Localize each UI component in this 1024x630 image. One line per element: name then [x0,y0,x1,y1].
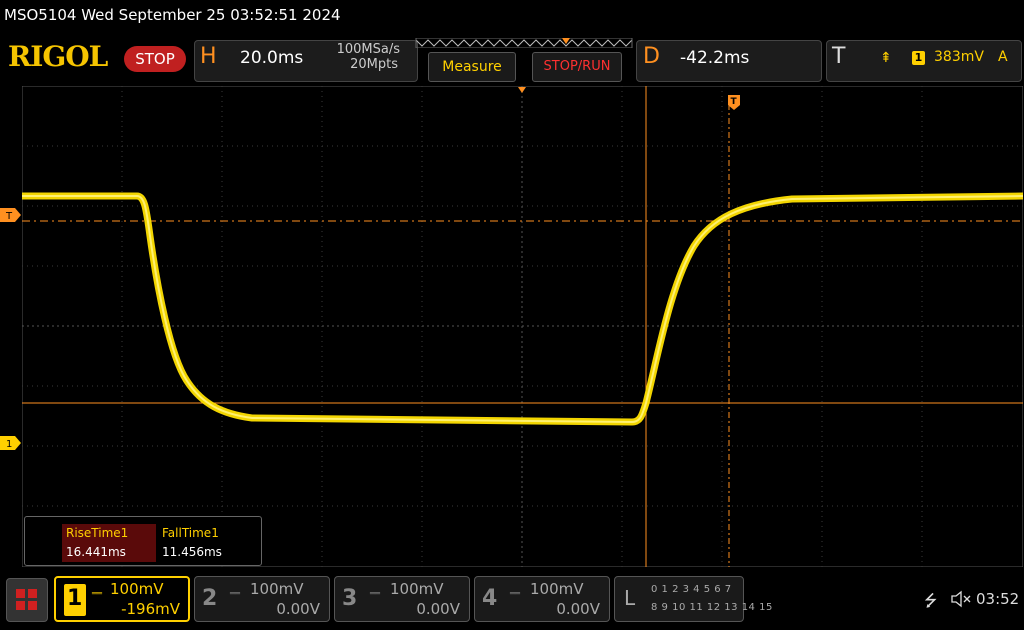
waveform-display[interactable]: T [22,86,1023,567]
menu-grid-button[interactable] [6,578,48,622]
measure-button[interactable]: Measure [428,52,516,82]
measure-value-risetime: 16.441ms [62,542,156,562]
channel-4-scale: 100mV [530,580,584,598]
window-title: MSO5104 Wed September 25 03:52:51 2024 [4,6,341,24]
channel-2-offset: 0.00V [276,600,320,618]
logic-channels-row2: 8 9 10 11 12 13 14 15 [651,602,773,613]
trigger-level-marker[interactable]: T [0,208,22,222]
channel-4-number: 4 [482,586,498,611]
dc-coupling-icon: ‗‗ [510,584,520,595]
ch1-ground-marker[interactable]: 1 [0,436,22,450]
channel-2-scale: 100mV [250,580,304,598]
logic-analyzer-letter: L [624,586,636,610]
channel-2-number: 2 [202,586,218,611]
measure-header-risetime: RiseTime1 [62,524,156,542]
trigger-level: 383mV [934,49,984,65]
logic-channels-row1: 0 1 2 3 4 5 6 7 [651,584,732,595]
measure-header-falltime: FallTime1 [162,526,219,540]
delay-letter: D [643,44,660,69]
dc-coupling-icon: ‗‗ [230,584,240,595]
menu-grid-icon [16,589,37,610]
sound-muted-icon[interactable] [950,590,972,608]
dc-coupling-icon: ‗‗ [92,584,102,595]
trigger-mode: A [998,49,1008,65]
usb-icon[interactable]: ⭍ [924,590,937,617]
stop-run-button[interactable]: STOP/RUN [532,52,622,82]
timebase-value: 20.0ms [240,48,304,68]
channel-4-offset: 0.00V [556,600,600,618]
channel-3-number: 3 [342,586,358,611]
ch1-ground-marker-label: 1 [6,439,12,450]
channel-1-number: 1 [67,586,83,611]
channel-3-scale: 100mV [390,580,444,598]
measure-value-falltime: 11.456ms [162,545,222,559]
horizontal-letter: H [200,44,217,69]
trigger-time-marker-label: T [731,97,738,107]
channel-3-offset: 0.00V [416,600,460,618]
trigger-letter: T [832,44,846,69]
run-status-badge[interactable]: STOP [124,46,186,72]
delay-value: -42.2ms [680,48,750,68]
trigger-source-badge: 1 [912,51,925,65]
clock: 03:52 [976,590,1020,608]
rigol-logo: RIGOL [8,40,108,73]
trigger-position-strip [415,38,633,48]
channel-1-scale: 100mV [110,580,164,598]
channel-1-offset: -196mV [121,600,180,618]
dc-coupling-icon: ‗‗ [370,584,380,595]
memory-depth: 20Mpts [350,57,398,72]
sample-rate: 100MSa/s [336,42,400,57]
rising-edge-icon: ⇞ [880,50,892,66]
trigger-level-marker-label: T [5,211,13,222]
